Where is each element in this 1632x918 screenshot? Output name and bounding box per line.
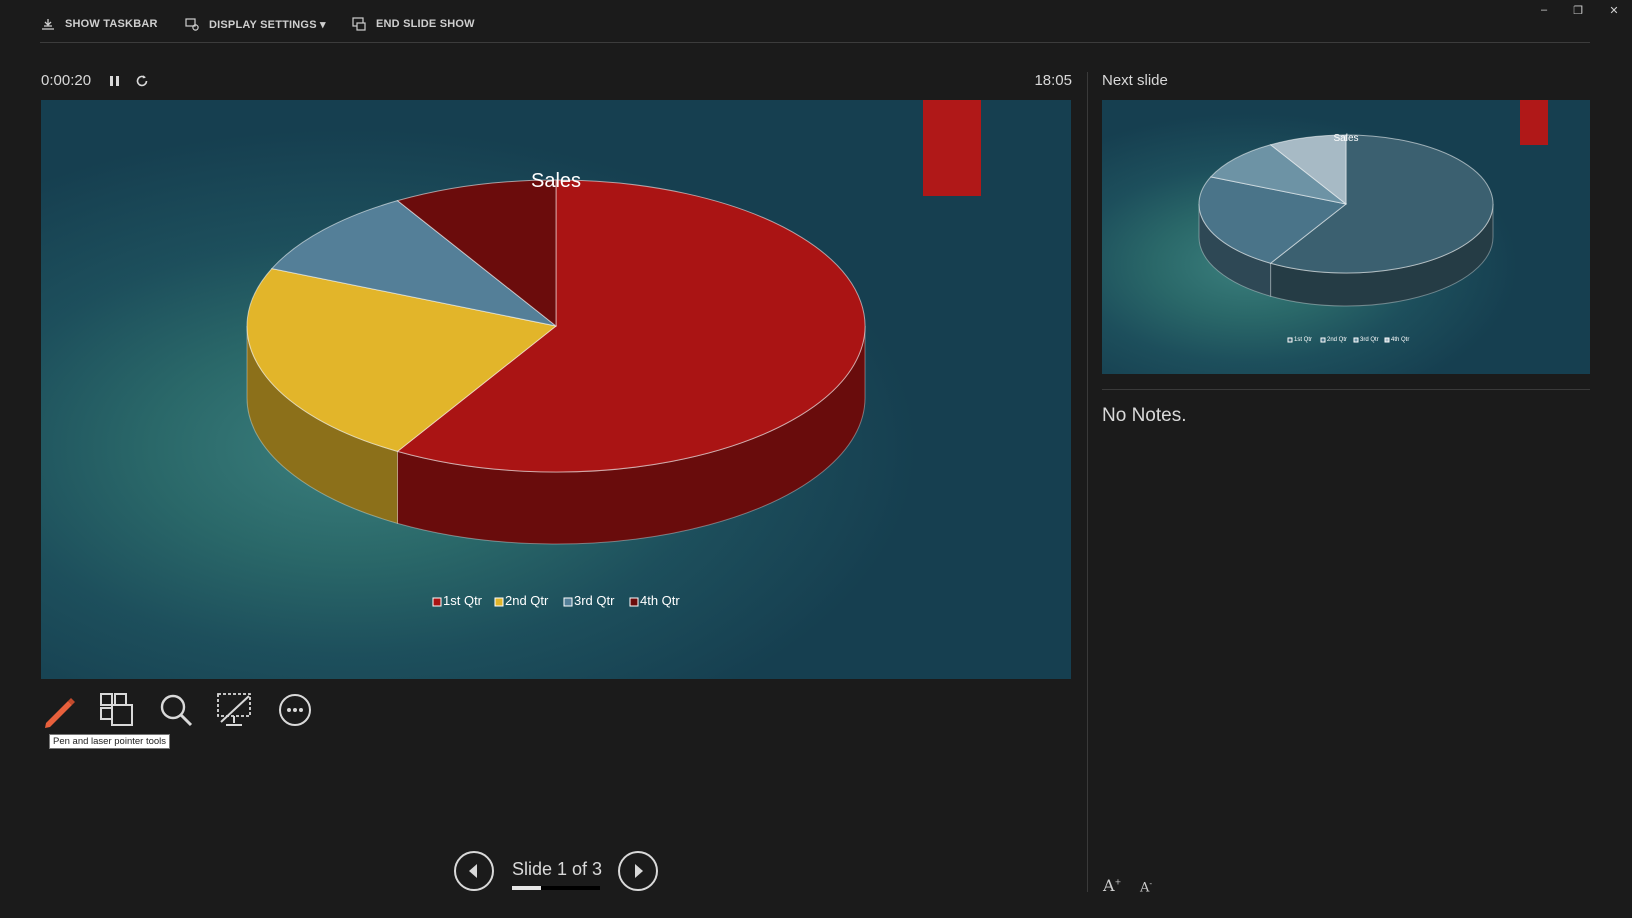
speaker-notes: No Notes. [1102, 405, 1187, 426]
taskbar-icon [42, 19, 54, 30]
legend-label-4: 4th Qtr [640, 593, 680, 608]
clock-time: 18:05 [1034, 72, 1072, 89]
end-show-icon [352, 17, 366, 31]
legend-label-2: 2nd Qtr [1327, 337, 1347, 343]
slide-counter[interactable]: Slide 1 of 3 [512, 859, 602, 880]
slide-accent-tab [1520, 100, 1548, 145]
slide-progress-fill [512, 886, 542, 890]
legend-swatch-1 [432, 597, 442, 607]
legend-swatch-3 [1353, 337, 1359, 343]
see-all-slides-icon [100, 693, 133, 726]
more-options-button[interactable] [273, 688, 317, 732]
next-slide-label: Next slide [1102, 72, 1168, 89]
zoom-icon [160, 694, 193, 727]
toolbar-divider [40, 42, 1590, 43]
chevron-right-icon [618, 851, 658, 891]
restart-timer-icon[interactable] [134, 72, 150, 90]
zoom-button[interactable] [154, 688, 198, 732]
legend-swatch-2 [1320, 337, 1326, 343]
black-screen-button[interactable] [213, 688, 257, 732]
legend-label-1: 1st Qtr [443, 593, 483, 608]
legend-swatch-4 [629, 597, 639, 607]
previous-slide-button[interactable] [453, 850, 495, 892]
chart-title: Sales [1333, 133, 1358, 144]
increase-font-label: A [1103, 876, 1115, 895]
legend-label-1: 1st Qtr [1294, 337, 1312, 343]
display-settings-label: DISPLAY SETTINGS ▾ [209, 18, 326, 31]
close-button[interactable]: ✕ [1603, 4, 1625, 20]
pen-tool-button[interactable] [37, 688, 81, 732]
black-screen-icon [217, 693, 251, 726]
current-slide[interactable]: Sales 1st Qtr 2nd Qtr 3rd Qtr 4th Qtr [41, 100, 1071, 679]
legend-label-3: 3rd Qtr [1360, 337, 1379, 343]
show-taskbar-button[interactable]: SHOW TASKBAR [40, 14, 158, 34]
show-taskbar-label: SHOW TASKBAR [65, 18, 158, 30]
legend-swatch-1 [1287, 337, 1293, 343]
legend-swatch-2 [494, 597, 504, 607]
legend-swatch-3 [563, 597, 573, 607]
more-options-icon [279, 694, 311, 726]
slide-progress-bar [512, 886, 600, 890]
legend-swatch-4 [1384, 337, 1390, 343]
elapsed-timer: 0:00:20 [41, 72, 92, 89]
next-slide-button[interactable] [617, 850, 659, 892]
next-slide-preview[interactable]: Sales 1st Qtr 2nd Qtr 3rd Qtr 4th Qtr [1102, 100, 1590, 374]
notes-divider [1102, 389, 1590, 390]
end-slide-show-label: END SLIDE SHOW [376, 18, 475, 30]
minimize-button[interactable]: – [1533, 4, 1555, 20]
pause-icon[interactable] [107, 72, 123, 90]
slide-accent-tab [923, 100, 981, 196]
display-settings-button[interactable]: DISPLAY SETTINGS ▾ [184, 14, 326, 34]
see-all-slides-button[interactable] [95, 688, 139, 732]
panel-divider [1087, 72, 1088, 892]
sales-pie-chart: Sales 1st Qtr 2nd Qtr 3rd Qtr 4th Qtr [246, 100, 981, 608]
chevron-left-icon [454, 851, 494, 891]
decrease-font-label: A [1140, 880, 1150, 896]
legend-label-3: 3rd Qtr [574, 593, 615, 608]
next-slide-pie-chart: Sales 1st Qtr 2nd Qtr 3rd Qtr 4th Qtr [1198, 100, 1548, 343]
legend-label-4: 4th Qtr [1391, 337, 1409, 343]
restore-button[interactable]: ❐ [1567, 4, 1589, 20]
display-settings-icon [185, 18, 199, 31]
pen-laser-icon [45, 698, 75, 728]
chart-title: Sales [531, 170, 581, 192]
pen-tool-tooltip: Pen and laser pointer tools [49, 734, 171, 749]
legend-label-2: 2nd Qtr [505, 593, 549, 608]
increase-font-button[interactable]: A+ [1103, 876, 1121, 895]
end-slide-show-button[interactable]: END SLIDE SHOW [351, 14, 475, 34]
decrease-font-button[interactable]: A- [1140, 879, 1152, 895]
